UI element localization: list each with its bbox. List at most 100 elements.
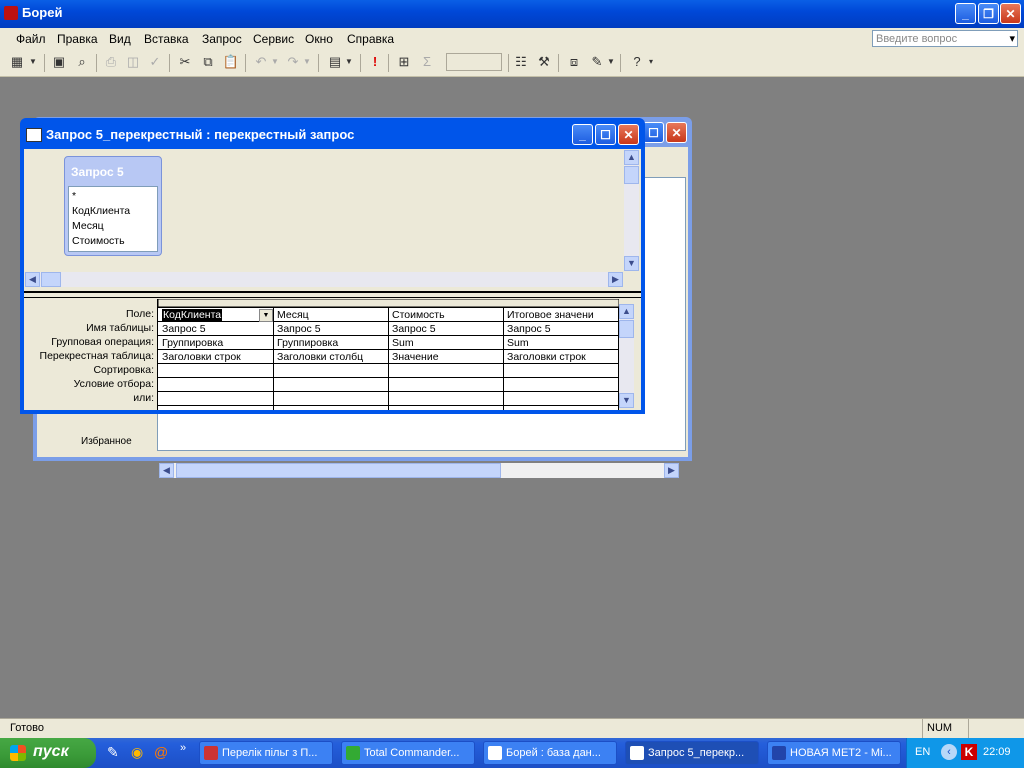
- quicklaunch-email-icon[interactable]: @: [154, 744, 168, 760]
- chevron-down-icon[interactable]: ▾: [646, 53, 656, 71]
- quicklaunch-more-icon[interactable]: »: [180, 742, 186, 754]
- scroll-left-icon[interactable]: ◀: [25, 272, 40, 287]
- field-list-item[interactable]: Стоимость: [72, 234, 130, 249]
- grid-total-cell[interactable]: Группировка: [159, 336, 273, 350]
- menu-file[interactable]: Файл: [16, 32, 46, 46]
- task-button-4[interactable]: Запрос 5_перекр...: [625, 741, 759, 765]
- menu-window[interactable]: Окно: [305, 32, 333, 46]
- scroll-up-icon[interactable]: ▲: [624, 150, 639, 165]
- grid-table-cell[interactable]: Запрос 5: [159, 322, 273, 336]
- grid-field-cell[interactable]: КодКлиента ▼: [159, 308, 273, 322]
- grid-table-cell[interactable]: Запрос 5: [389, 322, 503, 336]
- grid-table-cell[interactable]: Запрос 5: [274, 322, 388, 336]
- top-values-combo[interactable]: [446, 53, 502, 71]
- upper-v-scrollbar[interactable]: ▲ ▼: [624, 150, 639, 271]
- grid-table-cell[interactable]: Запрос 5: [504, 322, 618, 336]
- copy-icon[interactable]: ⧉: [199, 53, 217, 71]
- chevron-down-icon[interactable]: ▼: [344, 53, 354, 71]
- paste-icon[interactable]: 📋: [222, 53, 240, 71]
- database-window-icon[interactable]: ⧈: [565, 53, 583, 71]
- query-type-icon[interactable]: ▤: [326, 53, 344, 71]
- show-table-icon[interactable]: ⊞: [395, 53, 413, 71]
- cut-icon[interactable]: ✂: [176, 53, 194, 71]
- scroll-down-icon[interactable]: ▼: [619, 393, 634, 408]
- toolbar: ▦ ▼ ▣ ⌕ ⎙ ◫ ✓ ✂ ⧉ 📋 ↶ ▼ ↷ ▼ ▤ ▼ ! ⊞ Σ ☷ …: [0, 50, 1024, 77]
- design-grid[interactable]: КодКлиента ▼ Запрос 5 Группировка Заголо…: [157, 299, 619, 410]
- grid-field-cell[interactable]: Стоимость: [389, 308, 503, 322]
- quicklaunch-edit-icon[interactable]: ✎: [107, 744, 119, 761]
- spelling-icon[interactable]: ✓: [146, 53, 164, 71]
- tables-pane[interactable]: Запрос 5 * КодКлиента Месяц Стоимость ▲ …: [24, 149, 641, 289]
- scroll-right-icon[interactable]: ▶: [608, 272, 623, 287]
- build-icon[interactable]: ⚒: [535, 53, 553, 71]
- view-icon[interactable]: ▦: [8, 53, 26, 71]
- grid-field-cell[interactable]: Итоговое значени: [504, 308, 618, 322]
- search-file-icon[interactable]: ⌕: [73, 53, 91, 71]
- save-icon[interactable]: ▣: [50, 53, 68, 71]
- start-button[interactable]: пуск: [0, 738, 96, 768]
- chevron-down-icon[interactable]: ▼: [259, 309, 273, 322]
- task-button-3[interactable]: Борей : база дан...: [483, 741, 617, 765]
- grid-crosstab-cell[interactable]: Заголовки столбц: [274, 350, 388, 364]
- chevron-down-icon[interactable]: ▼: [606, 53, 616, 71]
- grid-field-cell[interactable]: Месяц: [274, 308, 388, 322]
- favorites-item[interactable]: Избранное: [81, 436, 132, 447]
- field-list-item[interactable]: КодКлиента: [72, 204, 130, 219]
- grid-crosstab-cell[interactable]: Значение: [389, 350, 503, 364]
- close-button[interactable]: ✕: [1000, 3, 1021, 24]
- grid-v-scrollbar[interactable]: ▲ ▼: [619, 304, 634, 408]
- run-icon[interactable]: !: [366, 53, 384, 71]
- query-window-title: Запрос 5_перекрестный : перекрестный зап…: [46, 127, 355, 142]
- menu-tools[interactable]: Сервис: [253, 32, 294, 46]
- chevron-down-icon[interactable]: ▼: [270, 53, 280, 71]
- print-preview-icon[interactable]: ◫: [124, 53, 142, 71]
- grid-crosstab-cell[interactable]: Заголовки строк: [159, 350, 273, 364]
- totals-icon[interactable]: Σ: [418, 53, 436, 71]
- tray-expand-icon[interactable]: ‹: [941, 744, 957, 760]
- query-maximize-button[interactable]: ☐: [595, 124, 616, 145]
- menu-insert[interactable]: Вставка: [144, 32, 189, 46]
- menu-help[interactable]: Справка: [347, 32, 394, 46]
- design-grid-pane[interactable]: Поле: Имя таблицы: Групповая операция: П…: [24, 299, 641, 410]
- grid-crosstab-cell[interactable]: Заголовки строк: [504, 350, 618, 364]
- scroll-left-icon[interactable]: ◀: [159, 463, 174, 478]
- query-design-window[interactable]: Запрос 5_перекрестный : перекрестный зап…: [20, 118, 645, 414]
- redo-icon[interactable]: ↷: [284, 53, 302, 71]
- menu-view[interactable]: Вид: [109, 32, 131, 46]
- scroll-up-icon[interactable]: ▲: [619, 304, 634, 319]
- pane-splitter[interactable]: [24, 291, 641, 298]
- task-button-2[interactable]: Total Commander...: [341, 741, 475, 765]
- scroll-right-icon[interactable]: ▶: [664, 463, 679, 478]
- help-icon[interactable]: ?: [628, 53, 646, 71]
- grid-total-cell[interactable]: Группировка: [274, 336, 388, 350]
- grid-total-cell[interactable]: Sum: [389, 336, 503, 350]
- minimize-button[interactable]: _: [955, 3, 976, 24]
- kaspersky-icon[interactable]: K: [961, 744, 977, 760]
- upper-h-scrollbar[interactable]: ◀ ▶: [25, 272, 623, 287]
- menu-query[interactable]: Запрос: [202, 32, 242, 46]
- field-list-item[interactable]: *: [72, 189, 130, 204]
- new-object-icon[interactable]: ✎: [588, 53, 606, 71]
- scroll-down-icon[interactable]: ▼: [624, 256, 639, 271]
- task-button-5[interactable]: НОВАЯ МЕТ2 - Mi...: [767, 741, 901, 765]
- menu-edit[interactable]: Правка: [57, 32, 98, 46]
- undo-icon[interactable]: ↶: [252, 53, 270, 71]
- query-close-button[interactable]: ✕: [618, 124, 639, 145]
- query-window-title-bar[interactable]: Запрос 5_перекрестный : перекрестный зап…: [20, 118, 645, 150]
- language-indicator[interactable]: EN: [915, 746, 930, 758]
- chevron-down-icon[interactable]: ▼: [302, 53, 312, 71]
- grid-total-cell[interactable]: Sum: [504, 336, 618, 350]
- query-minimize-button[interactable]: _: [572, 124, 593, 145]
- ask-question-input[interactable]: Введите вопрос ▾: [872, 30, 1018, 47]
- field-list-box[interactable]: Запрос 5 * КодКлиента Месяц Стоимость: [64, 156, 162, 256]
- field-list-item[interactable]: Месяц: [72, 219, 130, 234]
- chevron-down-icon[interactable]: ▼: [28, 53, 38, 71]
- bg-h-scrollbar[interactable]: ◀ ▶: [159, 463, 679, 478]
- bg-close-button[interactable]: ✕: [666, 122, 687, 143]
- quicklaunch-media-icon[interactable]: ◉: [131, 744, 143, 761]
- restore-button[interactable]: ❐: [978, 3, 999, 24]
- bg-maximize-button[interactable]: ☐: [643, 122, 664, 143]
- print-icon[interactable]: ⎙: [102, 53, 120, 71]
- properties-icon[interactable]: ☷: [512, 53, 530, 71]
- task-button-1[interactable]: Перелік пільг з П...: [199, 741, 333, 765]
